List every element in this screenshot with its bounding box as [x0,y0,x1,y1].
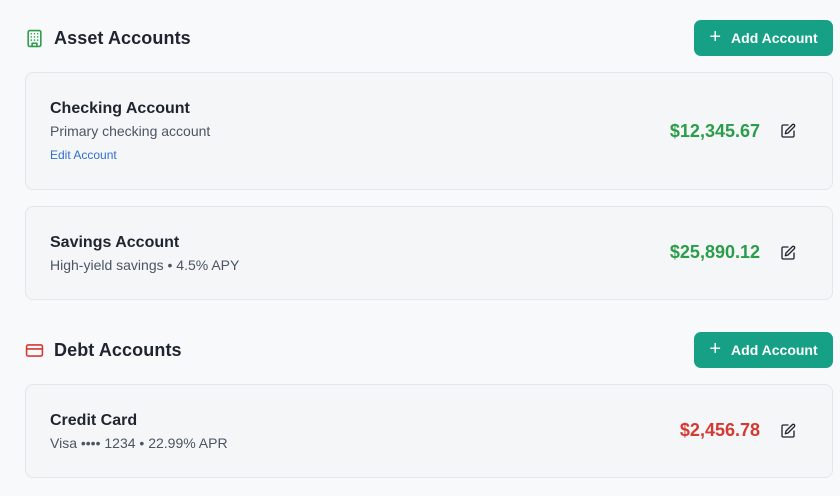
asset-accounts-title-group: Asset Accounts [25,20,191,56]
plus-icon: + [709,26,722,48]
account-balance: $25,890.12 [669,242,760,262]
credit-card-icon [25,341,44,360]
add-asset-account-button[interactable]: + Add Account [694,20,833,56]
account-balance: $12,345.67 [669,121,760,141]
section-title: Asset Accounts [54,27,191,48]
edit-icon[interactable] [780,423,796,439]
building-icon [25,29,44,48]
account-description: Visa •••• 1234 • 22.99% APR [50,435,228,451]
account-name: Checking Account [50,100,190,117]
edit-icon[interactable] [780,123,796,139]
account-name: Savings Account [50,234,180,251]
account-description: Primary checking account [50,123,211,139]
account-name: Credit Card [50,412,138,429]
account-card-credit-card: Credit Card Visa •••• 1234 • 22.99% APR … [25,384,833,478]
edit-icon[interactable] [780,245,796,261]
account-card-savings: Savings Account High-yield savings • 4.5… [25,206,833,300]
account-balance: $2,456.78 [679,420,760,440]
debt-accounts-title-group: Debt Accounts [25,332,182,368]
section-title: Debt Accounts [54,339,182,360]
add-debt-account-button[interactable]: + Add Account [694,332,833,368]
edit-account-link[interactable]: Edit Account [50,148,117,162]
asset-accounts-section: Asset Accounts + Add Account [25,20,833,56]
plus-icon: + [709,338,722,360]
account-description: High-yield savings • 4.5% APY [50,257,240,273]
debt-accounts-header: Debt Accounts + Add Account [25,332,833,368]
add-account-label: Add Account [731,342,818,358]
add-account-label: Add Account [731,30,818,46]
debt-accounts-section: Debt Accounts + Add Account [25,332,833,368]
asset-accounts-header: Asset Accounts + Add Account [25,20,833,56]
account-card-checking: Checking Account Primary checking accoun… [25,72,833,190]
